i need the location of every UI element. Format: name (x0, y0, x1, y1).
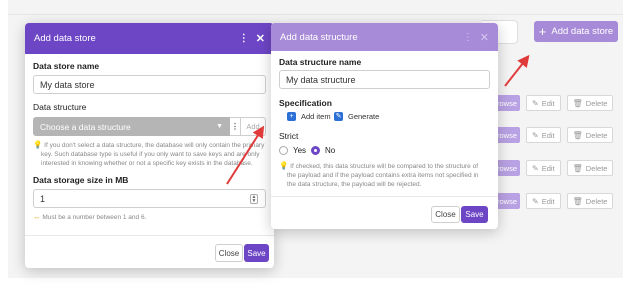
list-item: rowse ✎ Edit 🗑 Delete (492, 95, 614, 111)
more-options-icon[interactable]: ⋮ (239, 33, 249, 44)
add-data-store-dialog: Add data store ⋮ ✕ Data store name My da… (25, 23, 274, 268)
generate-button[interactable]: ✎ Generate (334, 112, 379, 121)
close-button[interactable]: Close (431, 206, 460, 223)
trash-icon: 🗑 (572, 98, 583, 108)
divider (8, 14, 623, 15)
edit-icon: ✎ (532, 130, 539, 140)
close-button[interactable]: Close (215, 244, 243, 262)
save-button[interactable]: Save (244, 244, 269, 262)
storage-size-input[interactable]: 1 ▲ ▼ (33, 189, 266, 208)
dialog-title: Add data store (34, 33, 96, 44)
add-item-button[interactable]: + Add item (287, 112, 331, 121)
trash-icon: 🗑 (572, 163, 583, 173)
list-item: rowse ✎ Edit 🗑 Delete (492, 160, 614, 176)
strict-label: Strict (279, 131, 299, 141)
edit-button[interactable]: ✎ Edit (526, 95, 561, 111)
structure-select[interactable]: Choose a data structure ▼ (33, 117, 230, 136)
structure-name-label: Data structure name (279, 57, 362, 67)
delete-button[interactable]: 🗑 Delete (566, 127, 614, 143)
edit-icon: ✎ (532, 163, 539, 173)
delete-button[interactable]: 🗑 Delete (566, 160, 614, 176)
structure-options-button[interactable]: ⋮ (230, 117, 241, 136)
close-icon[interactable]: ✕ (480, 31, 489, 44)
add-data-store-button[interactable]: + Add data store (534, 21, 618, 42)
delete-button[interactable]: 🗑 Delete (566, 193, 614, 209)
add-data-store-label: Add data store (551, 26, 614, 37)
divider (271, 196, 498, 197)
structure-add-button[interactable]: Add (241, 117, 266, 136)
delete-button[interactable]: 🗑 Delete (566, 95, 614, 111)
storage-size-label: Data storage size in MB (33, 175, 129, 185)
edit-button[interactable]: ✎ Edit (526, 160, 561, 176)
chevron-down-icon: ▼ (216, 123, 223, 130)
stepper-icon[interactable]: ▲ ▼ (250, 194, 258, 204)
edit-icon: ✎ (532, 98, 539, 108)
more-options-icon[interactable]: ⋮ (463, 32, 473, 43)
list-item: rowse ✎ Edit 🗑 Delete (492, 127, 614, 143)
divider (25, 235, 274, 236)
edit-icon: ✎ (532, 196, 539, 206)
range-icon: ↔ (33, 212, 41, 221)
storage-size-hint: ↔ Must be a number between 1 and 6. (33, 212, 147, 221)
store-name-input[interactable]: My data store (33, 75, 266, 94)
strict-hint: 💡 If checked, this data structure will b… (279, 161, 479, 188)
list-item: rowse ✎ Edit 🗑 Delete (492, 193, 614, 209)
save-button[interactable]: Save (461, 206, 488, 223)
plus-icon: + (538, 24, 547, 39)
structure-label: Data structure (33, 102, 87, 112)
add-data-structure-dialog: Add data structure ⋮ ✕ Data structure na… (271, 23, 498, 229)
bulb-icon: 💡 (33, 140, 43, 149)
bulb-icon: 💡 (279, 161, 289, 170)
specification-label: Specification (279, 98, 332, 108)
wand-icon: ✎ (334, 112, 343, 121)
edit-button[interactable]: ✎ Edit (526, 193, 561, 209)
plus-icon: + (287, 112, 296, 121)
edit-button[interactable]: ✎ Edit (526, 127, 561, 143)
trash-icon: 🗑 (572, 196, 583, 206)
structure-hint: 💡 If you don't select a data structure, … (33, 140, 265, 167)
structure-name-input[interactable]: My data structure (279, 70, 490, 89)
strict-yes-radio[interactable]: Yes (279, 146, 306, 155)
trash-icon: 🗑 (572, 130, 583, 140)
dialog-header: Add data store ⋮ ✕ (25, 23, 274, 54)
dialog-title: Add data structure (280, 31, 358, 43)
strict-no-radio[interactable]: No (311, 146, 335, 155)
dialog-header: Add data structure ⋮ ✕ (271, 23, 498, 51)
close-icon[interactable]: ✕ (256, 32, 265, 45)
store-name-label: Data store name (33, 61, 100, 71)
